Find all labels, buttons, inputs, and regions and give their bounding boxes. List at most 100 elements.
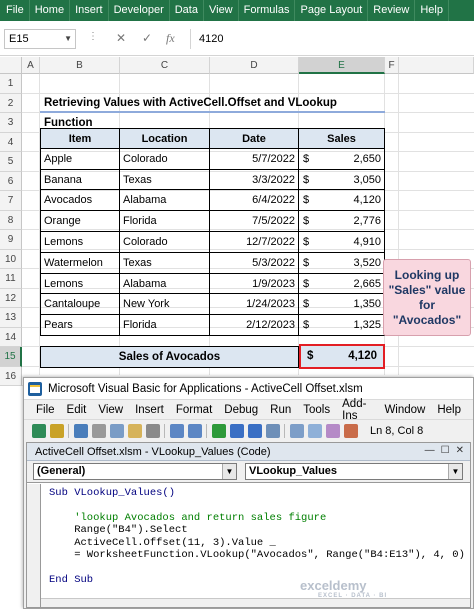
paste-icon[interactable] [128, 424, 142, 438]
menu-insert[interactable]: Insert [135, 404, 164, 416]
table-cell-item[interactable]: Cantaloupe [40, 294, 120, 316]
name-box[interactable]: E15 ▼ [4, 29, 76, 49]
code-line[interactable] [49, 499, 465, 511]
project-explorer-icon[interactable] [290, 424, 304, 438]
properties-icon[interactable] [308, 424, 322, 438]
table-cell-date[interactable]: 5/7/2022 [210, 148, 299, 170]
code-margin[interactable] [27, 484, 41, 607]
row-header-6[interactable]: 6 [0, 171, 22, 191]
table-header-location[interactable]: Location [120, 128, 210, 149]
table-cell-sales[interactable]: $1,325 [299, 315, 385, 336]
design-mode-icon[interactable] [266, 424, 280, 438]
tab-developer[interactable]: Developer [109, 0, 170, 21]
table-cell-sales[interactable]: $3,520 [299, 252, 385, 274]
tab-review[interactable]: Review [368, 0, 416, 21]
insert-function-icon[interactable]: fx [166, 31, 175, 46]
table-cell-date[interactable]: 3/3/2022 [210, 169, 299, 191]
table-cell-item[interactable]: Watermelon [40, 252, 120, 274]
table-cell-date[interactable]: 1/9/2023 [210, 273, 299, 295]
row-header-3[interactable]: 3 [0, 113, 22, 133]
row-header-5[interactable]: 5 [0, 152, 22, 172]
column-header-f[interactable]: F [385, 57, 399, 74]
code-line[interactable]: = WorksheetFunction.VLookup("Avocados", … [49, 549, 465, 561]
summary-value-cell[interactable]: $4,120 [299, 344, 385, 369]
row-header-11[interactable]: 11 [0, 269, 22, 289]
table-cell-location[interactable]: Texas [120, 252, 210, 274]
menu-file[interactable]: File [36, 404, 55, 416]
table-cell-location[interactable]: Texas [120, 169, 210, 191]
row-header-16[interactable]: 16 [0, 366, 22, 386]
table-cell-date[interactable]: 2/12/2023 [210, 315, 299, 336]
row-header-15[interactable]: 15 [0, 347, 22, 367]
find-icon[interactable] [146, 424, 160, 438]
tab-insert[interactable]: Insert [70, 0, 109, 21]
table-cell-item[interactable]: Orange [40, 211, 120, 232]
row-header-12[interactable]: 12 [0, 288, 22, 308]
enter-icon[interactable]: ✓ [142, 31, 152, 45]
tab-formulas[interactable]: Formulas [239, 0, 296, 21]
table-cell-item[interactable]: Lemons [40, 273, 120, 295]
row-header-4[interactable]: 4 [0, 132, 22, 152]
table-cell-sales[interactable]: $2,650 [299, 148, 385, 170]
view-excel-icon[interactable] [32, 424, 46, 438]
menu-format[interactable]: Format [176, 404, 212, 416]
table-cell-sales[interactable]: $1,350 [299, 294, 385, 316]
table-cell-location[interactable]: New York [120, 294, 210, 316]
menu-edit[interactable]: Edit [67, 404, 87, 416]
table-header-date[interactable]: Date [210, 128, 299, 149]
table-cell-sales[interactable]: $3,050 [299, 169, 385, 191]
table-cell-location[interactable]: Florida [120, 315, 210, 336]
code-editor[interactable]: Sub VLookup_Values() 'lookup Avocados an… [27, 484, 470, 607]
cut-icon[interactable] [92, 424, 106, 438]
chevron-down-icon[interactable]: ▼ [64, 30, 72, 48]
toolbox-icon[interactable] [344, 424, 358, 438]
menu-window[interactable]: Window [384, 404, 425, 416]
worksheet-grid[interactable]: A B C D E F 1 2 3 4 5 6 7 8 9 10 11 12 13 14 15 16 Retrieving … [0, 57, 474, 386]
menu-help[interactable]: Help [437, 404, 461, 416]
tab-help[interactable]: Help [415, 0, 449, 21]
row-header-13[interactable]: 13 [0, 308, 22, 328]
table-cell-item[interactable]: Banana [40, 169, 120, 191]
close-icon[interactable]: ✕ [456, 445, 464, 456]
row-header-14[interactable]: 14 [0, 327, 22, 347]
insert-module-icon[interactable] [50, 424, 64, 438]
tab-page-layout[interactable]: Page Layout [295, 0, 369, 21]
table-cell-location[interactable]: Colorado [120, 232, 210, 253]
procedure-dropdown[interactable]: VLookup_Values ▼ [245, 463, 463, 480]
redo-icon[interactable] [188, 424, 202, 438]
select-all-corner[interactable] [0, 57, 22, 74]
tab-data[interactable]: Data [170, 0, 204, 21]
column-header-a[interactable]: A [22, 57, 40, 74]
column-header-b[interactable]: B [40, 57, 120, 74]
table-cell-date[interactable]: 6/4/2022 [210, 190, 299, 212]
table-header-item[interactable]: Item [40, 128, 120, 149]
table-cell-item[interactable]: Apple [40, 148, 120, 170]
table-cell-sales[interactable]: $4,910 [299, 232, 385, 253]
row-header-7[interactable]: 7 [0, 191, 22, 211]
table-cell-sales[interactable]: $2,665 [299, 273, 385, 295]
maximize-icon[interactable]: ☐ [441, 445, 450, 456]
tab-file[interactable]: File [0, 0, 30, 21]
row-header-8[interactable]: 8 [0, 210, 22, 230]
table-cell-location[interactable]: Florida [120, 211, 210, 232]
code-line[interactable] [49, 561, 465, 573]
row-header-2[interactable]: 2 [0, 93, 22, 113]
table-cell-date[interactable]: 12/7/2022 [210, 232, 299, 253]
summary-label[interactable]: Sales of Avocados [40, 346, 299, 368]
run-icon[interactable] [212, 424, 226, 438]
chevron-down-icon[interactable]: ▼ [222, 464, 236, 479]
object-dropdown[interactable]: (General) ▼ [33, 463, 237, 480]
code-line[interactable]: End Sub [49, 574, 465, 586]
table-cell-location[interactable]: Alabama [120, 273, 210, 295]
table-cell-location[interactable]: Colorado [120, 148, 210, 170]
save-icon[interactable] [74, 424, 88, 438]
cancel-icon[interactable]: ✕ [116, 31, 126, 45]
chevron-down-icon[interactable]: ▼ [448, 464, 462, 479]
column-header-e[interactable]: E [299, 57, 385, 74]
break-icon[interactable] [230, 424, 244, 438]
table-cell-date[interactable]: 5/3/2022 [210, 252, 299, 274]
row-header-9[interactable]: 9 [0, 230, 22, 250]
code-text[interactable]: Sub VLookup_Values() 'lookup Avocados an… [49, 487, 465, 586]
table-cell-item[interactable]: Pears [40, 315, 120, 336]
column-header-d[interactable]: D [210, 57, 299, 74]
